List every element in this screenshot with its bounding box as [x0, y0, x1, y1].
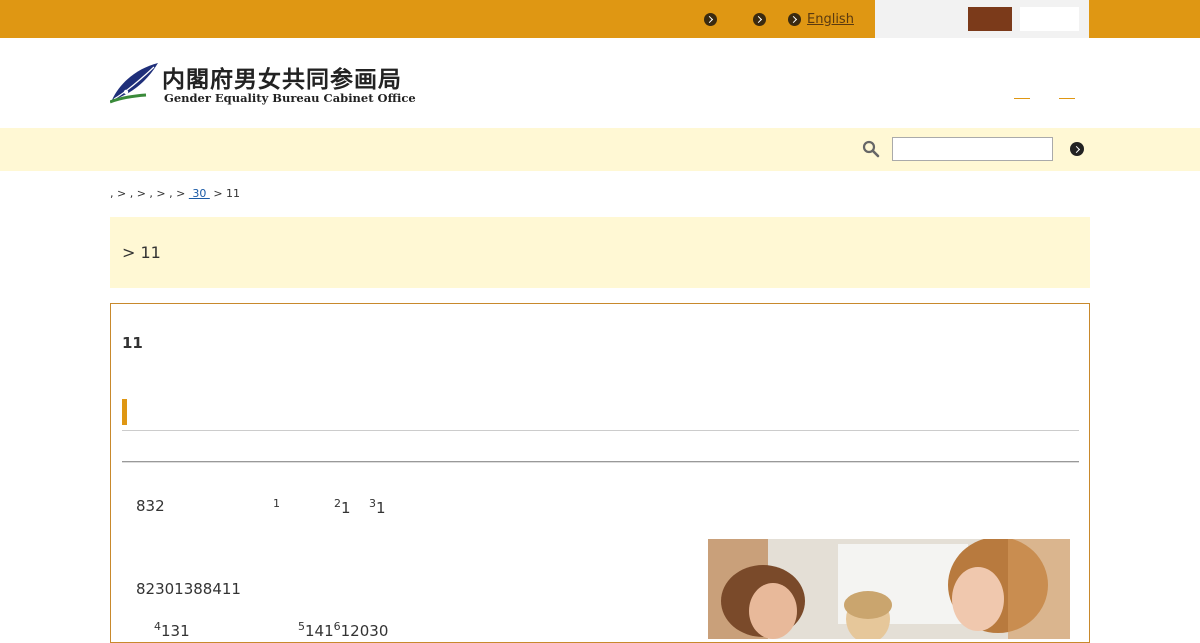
- english-link[interactable]: English: [788, 10, 854, 28]
- font-size-large-button[interactable]: [1020, 7, 1079, 31]
- arrow-circle-icon: [753, 12, 766, 26]
- body-text-value: 1: [341, 499, 351, 517]
- breadcrumb-prefix: , > , > , > , >: [110, 187, 189, 200]
- footnote-ref-4[interactable]: 4131: [154, 620, 190, 640]
- body-text-value: 12030: [340, 622, 389, 640]
- footnote-number[interactable]: 6: [334, 620, 341, 633]
- utility-link-2[interactable]: [753, 10, 772, 28]
- footnote-ref-1[interactable]: 1: [273, 497, 280, 517]
- footnote-ref-3[interactable]: 31: [369, 497, 386, 517]
- magnifier-icon: [862, 140, 880, 158]
- body-text-line-1: 832: [136, 497, 165, 515]
- logo-english-title[interactable]: Gender Equality Bureau Cabinet Office: [164, 91, 416, 105]
- footnote-number[interactable]: 5: [298, 620, 305, 633]
- feather-logo-icon[interactable]: [110, 62, 160, 104]
- divider: [122, 430, 1079, 431]
- body-text-value: 131: [161, 622, 190, 640]
- section-heading: 11: [122, 334, 143, 352]
- footnote-ref-2[interactable]: 21: [334, 497, 351, 517]
- footnote-number[interactable]: 2: [334, 497, 341, 510]
- footnote-ref-5[interactable]: 5141612030: [298, 620, 388, 640]
- search-submit-button[interactable]: [1070, 142, 1084, 156]
- page-title: > 11: [122, 243, 161, 262]
- utility-link-1[interactable]: [704, 10, 735, 28]
- article-photo-image: [708, 539, 1070, 639]
- subheading-accent-bar: [122, 399, 127, 425]
- body-text-value: 141: [305, 622, 334, 640]
- font-size-standard-button[interactable]: [968, 7, 1012, 31]
- body-text-value: 1: [376, 499, 386, 517]
- article-photo: [708, 539, 1070, 639]
- search-input[interactable]: [892, 137, 1053, 161]
- divider: [122, 461, 1079, 463]
- main-content: 11 832 1 21 31 82301388411 4131 51416120…: [110, 303, 1090, 643]
- breadcrumb-current: > 11: [209, 187, 241, 200]
- page-title-band: > 11: [110, 217, 1090, 288]
- footnote-number[interactable]: 4: [154, 620, 161, 633]
- breadcrumb-link[interactable]: 30: [189, 187, 210, 200]
- english-link-label[interactable]: English: [807, 12, 854, 27]
- arrow-circle-icon: [788, 12, 801, 26]
- header-nav-link-2[interactable]: [1059, 85, 1075, 99]
- footnote-number[interactable]: 1: [273, 497, 280, 510]
- footnote-number[interactable]: 3: [369, 497, 376, 510]
- breadcrumb: , > , > , > , > 30 > 11: [110, 187, 240, 200]
- logo-japanese-title[interactable]: 内閣府男女共同参画局: [162, 60, 402, 94]
- header-nav-link-1[interactable]: [1014, 85, 1030, 99]
- arrow-circle-icon: [704, 12, 717, 26]
- body-text-value: 832: [136, 497, 165, 515]
- body-text-line-2: 82301388411: [136, 580, 241, 598]
